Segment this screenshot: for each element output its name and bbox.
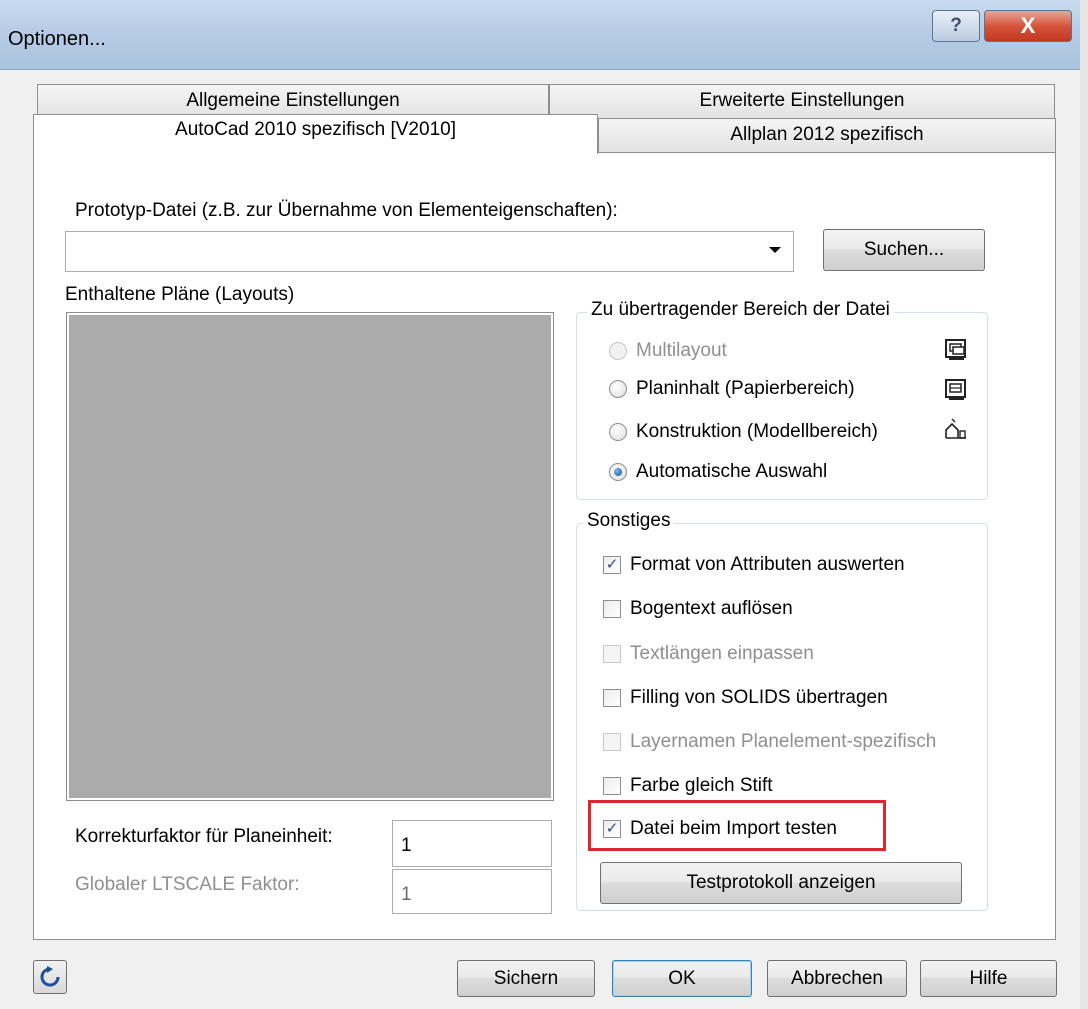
- model-space-icon: [945, 418, 966, 439]
- checkbox-layer-names-planelement[interactable]: Layernamen Planelement-spezifisch: [603, 731, 936, 753]
- prototype-file-combobox[interactable]: [65, 231, 794, 272]
- radio-button: [609, 463, 627, 481]
- paper-space-icon: [945, 379, 966, 400]
- checkbox: [603, 689, 621, 707]
- range-group-title: Zu übertragender Bereich der Datei: [587, 299, 894, 321]
- checkbox: [603, 600, 621, 618]
- checkbox-transfer-solid-filling[interactable]: Filling von SOLIDS übertragen: [603, 687, 888, 709]
- ltscale-label: Globaler LTSCALE Faktor:: [75, 874, 300, 895]
- ltscale-factor-input[interactable]: 1: [392, 869, 552, 914]
- highlight-annotation-box: [588, 800, 886, 851]
- checkbox-evaluate-attribute-format[interactable]: ✓ Format von Attributen auswerten: [603, 554, 905, 576]
- radio-automatic[interactable]: Automatische Auswahl: [609, 461, 827, 483]
- prototype-label: Prototyp-Datei (z.B. zur Übernahme von E…: [75, 200, 618, 221]
- show-test-log-button[interactable]: Testprotokoll anzeigen: [600, 862, 962, 904]
- correction-factor-input[interactable]: 1: [392, 820, 552, 867]
- checkbox: ✓: [603, 556, 621, 574]
- radio-multilayout[interactable]: Multilayout: [609, 340, 727, 362]
- radio-model-space[interactable]: Konstruktion (Modellbereich): [609, 421, 878, 443]
- correction-factor-label: Korrekturfaktor für Planeinheit:: [75, 826, 333, 847]
- checkbox: [603, 733, 621, 751]
- radio-paper-space[interactable]: Planinhalt (Papierbereich): [609, 378, 855, 400]
- radio-button: [609, 380, 627, 398]
- checkbox-color-equals-pen[interactable]: Farbe gleich Stift: [603, 775, 773, 797]
- radio-button: [609, 342, 627, 360]
- window-edge: [1080, 0, 1088, 1009]
- options-dialog: Optionen... ? X Allgemeine Einstellungen…: [0, 0, 1080, 1009]
- layouts-label: Enthaltene Pläne (Layouts): [65, 284, 295, 305]
- multilayout-icon: [945, 339, 966, 360]
- chevron-down-icon: [769, 247, 781, 253]
- checkbox: [603, 645, 621, 663]
- radio-button: [609, 423, 627, 441]
- layouts-listbox[interactable]: [66, 312, 554, 801]
- checkbox-fit-text-lengths[interactable]: Textlängen einpassen: [603, 643, 814, 665]
- misc-group-title: Sonstiges: [583, 510, 675, 532]
- search-button[interactable]: Suchen...: [823, 229, 985, 271]
- misc-group: Sonstiges: [576, 510, 988, 911]
- checkbox-resolve-arc-text[interactable]: Bogentext auflösen: [603, 598, 793, 620]
- checkbox: [603, 777, 621, 795]
